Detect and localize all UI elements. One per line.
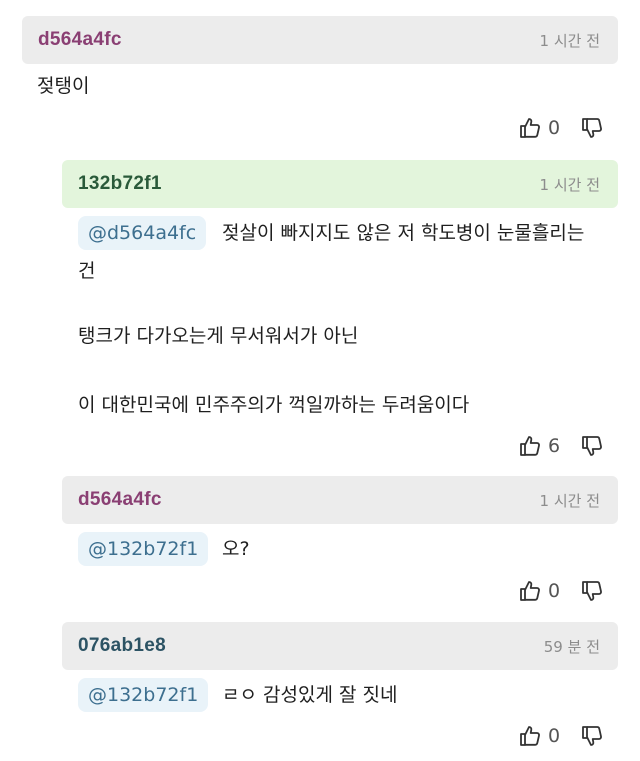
comment-time: 1 시간 전 bbox=[539, 175, 600, 194]
thumbs-up-icon[interactable] bbox=[518, 579, 542, 603]
comment-text: 젖탱이 bbox=[37, 75, 90, 97]
like-count: 6 bbox=[548, 435, 561, 457]
thumbs-up-icon[interactable] bbox=[518, 116, 542, 140]
vote-bar: 0 bbox=[518, 577, 604, 605]
mention-tag[interactable]: @132b72f1 bbox=[78, 532, 209, 566]
thumbs-down-icon[interactable] bbox=[580, 724, 604, 748]
comment-author[interactable]: 076ab1e8 bbox=[78, 635, 166, 657]
mention-tag[interactable]: @132b72f1 bbox=[78, 678, 209, 712]
vote-bar: 6 bbox=[518, 432, 604, 460]
comment-header: d564a4fc 1 시간 전 bbox=[22, 16, 618, 64]
thumbs-up-icon[interactable] bbox=[518, 724, 542, 748]
like-count: 0 bbox=[548, 725, 561, 747]
comment-text: 건 bbox=[78, 260, 96, 282]
vote-bar: 0 bbox=[518, 722, 604, 750]
comment-text: 이 대한민국에 민주주의가 꺽일까하는 두려움이다 bbox=[78, 394, 470, 416]
mention-tag[interactable]: @d564a4fc bbox=[78, 216, 207, 250]
thumbs-down-icon[interactable] bbox=[580, 434, 604, 458]
comment-header: d564a4fc 1 시간 전 bbox=[62, 476, 618, 524]
comment-time: 1 시간 전 bbox=[539, 31, 600, 50]
thumbs-down-icon[interactable] bbox=[580, 116, 604, 140]
like-count: 0 bbox=[548, 117, 561, 139]
comment-text: ㄹㅇ 감성있게 잘 짓네 bbox=[222, 684, 398, 706]
comment-author[interactable]: d564a4fc bbox=[38, 29, 122, 51]
comment-author[interactable]: d564a4fc bbox=[78, 489, 162, 511]
comment-time: 59 분 전 bbox=[543, 637, 600, 656]
comment-text: 탱크가 다가오는게 무서워서가 아닌 bbox=[78, 325, 359, 347]
comment-text: 젖살이 빠지지도 않은 저 학도병이 눈물흘리는 bbox=[222, 222, 585, 244]
comment-time: 1 시간 전 bbox=[539, 491, 600, 510]
thumbs-up-icon[interactable] bbox=[518, 434, 542, 458]
comment-text: 오? bbox=[222, 538, 250, 560]
comment-header: 132b72f1 1 시간 전 bbox=[62, 160, 618, 208]
like-count: 0 bbox=[548, 580, 561, 602]
comment-author[interactable]: 132b72f1 bbox=[78, 173, 162, 195]
vote-bar: 0 bbox=[518, 114, 604, 142]
thumbs-down-icon[interactable] bbox=[580, 579, 604, 603]
comment-header: 076ab1e8 59 분 전 bbox=[62, 622, 618, 670]
